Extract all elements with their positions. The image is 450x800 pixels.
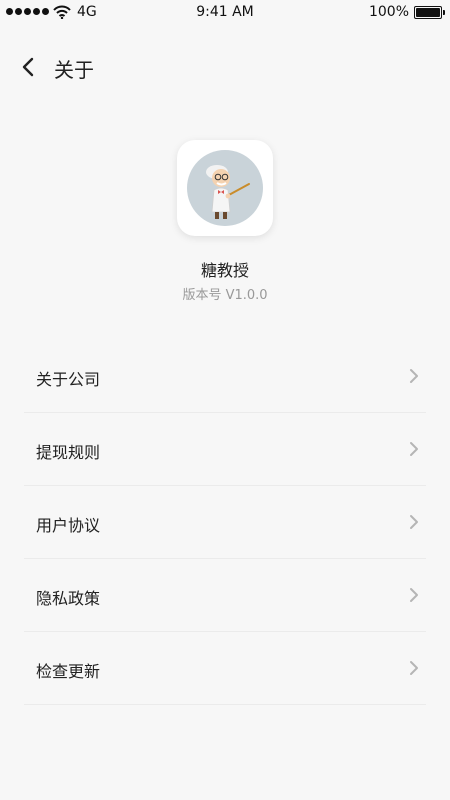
chevron-right-icon [410, 442, 418, 456]
app-name: 糖教授 [200, 261, 249, 280]
page-title: 关于 [54, 58, 94, 82]
chevron-right-icon [410, 588, 418, 602]
chevron-right-icon [410, 515, 418, 529]
battery-icon [414, 6, 445, 19]
about-menu-list: 关于公司 提现规则 用户协议 隐私政策 检查更新 [0, 340, 450, 705]
menu-item-label: 关于公司 [36, 370, 101, 389]
app-version: 版本号 V1.0.0 [182, 288, 268, 303]
menu-item-privacy-policy[interactable]: 隐私政策 [24, 559, 426, 632]
app-icon [177, 140, 273, 236]
menu-item-label: 检查更新 [36, 662, 101, 681]
menu-item-check-update[interactable]: 检查更新 [24, 632, 426, 705]
chevron-right-icon [410, 369, 418, 383]
battery-percentage: 100% [368, 4, 409, 20]
professor-mascot-icon [187, 150, 263, 226]
menu-item-label: 用户协议 [36, 516, 101, 535]
menu-item-about-company[interactable]: 关于公司 [24, 340, 426, 413]
chevron-right-icon [410, 661, 418, 675]
menu-item-label: 隐私政策 [36, 589, 101, 608]
menu-item-label: 提现规则 [36, 443, 101, 462]
status-bar: 4G 9:41 AM 100% [0, 0, 450, 24]
chevron-left-icon[interactable] [16, 54, 42, 80]
menu-item-withdrawal-rules[interactable]: 提现规则 [24, 413, 426, 486]
menu-item-user-agreement[interactable]: 用户协议 [24, 486, 426, 559]
nav-bar: 关于 [0, 44, 450, 90]
